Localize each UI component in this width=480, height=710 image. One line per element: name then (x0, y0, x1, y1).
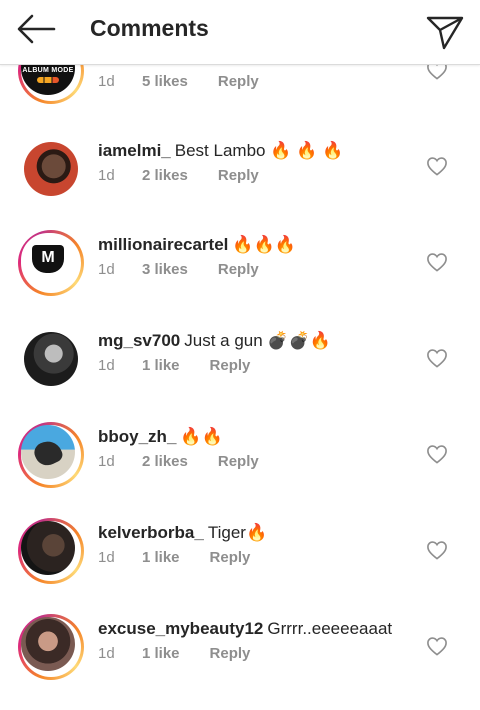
avatar[interactable] (18, 422, 84, 488)
comment-row: kelverborba_ Tiger🔥 1d 1 like Reply (0, 518, 480, 614)
comment-text: 🔥🔥 (180, 427, 223, 446)
reply-button[interactable]: Reply (218, 166, 259, 186)
comment-text: Tiger🔥 (207, 523, 268, 542)
comment-text-line: excuse_mybeauty12 Grrrr..eeeeeaaat (98, 618, 392, 640)
reply-button[interactable]: Reply (210, 644, 251, 664)
comment-text: 🔥🔥🔥 (232, 235, 296, 254)
arrow-left-icon[interactable] (14, 10, 58, 48)
comment-time: 1d (98, 357, 115, 374)
likes-count[interactable]: 5 likes (142, 72, 188, 92)
avatar[interactable] (18, 326, 84, 392)
cartel-logo-letter: M (41, 249, 55, 266)
comment-row: mg_sv700 Just a gun 💣💣🔥 1d 1 like Reply (0, 326, 480, 422)
reply-button[interactable]: Reply (218, 260, 259, 280)
comment-username[interactable]: iamelmi_ (98, 141, 171, 160)
heart-icon[interactable] (426, 348, 448, 368)
comment-meta: 1d 3 likes Reply (98, 260, 259, 280)
top-bar: Comments (0, 0, 480, 65)
comment-text: Just a gun 💣💣🔥 (184, 331, 331, 350)
comment-meta: 1d 1 like Reply (98, 548, 250, 568)
comment-time: 1d (98, 645, 115, 662)
comment-row: iamelmi_ Best Lambo 🔥 🔥 🔥 1d 2 likes Reply (0, 136, 480, 232)
comment-text-line: bboy_zh_ 🔥🔥 (98, 426, 223, 448)
comment-username[interactable]: kelverborba_ (98, 523, 204, 542)
comment-meta: 1d 5 likes Reply (98, 72, 259, 92)
likes-count[interactable]: 1 like (142, 548, 180, 568)
comment-time: 1d (98, 167, 115, 184)
page-title: Comments (90, 15, 209, 41)
heart-icon[interactable] (426, 444, 448, 464)
reply-button[interactable]: Reply (210, 356, 251, 376)
comment-text-line: mg_sv700 Just a gun 💣💣🔥 (98, 330, 331, 352)
comment-meta: 1d 2 likes Reply (98, 452, 259, 472)
avatar[interactable]: M (18, 230, 84, 296)
reply-button[interactable]: Reply (218, 72, 259, 92)
heart-icon[interactable] (426, 156, 448, 176)
comments-list: ALBUM MODE 1d 5 likes Reply iamelmi_ Best L… (0, 0, 480, 696)
emoji-row-icon (37, 77, 59, 83)
comment-username[interactable]: mg_sv700 (98, 331, 180, 350)
likes-count[interactable]: 2 likes (142, 452, 188, 472)
heart-icon[interactable] (426, 636, 448, 656)
comment-meta: 1d 2 likes Reply (98, 166, 259, 186)
heart-icon[interactable] (426, 540, 448, 560)
comment-username[interactable]: bboy_zh_ (98, 427, 176, 446)
comment-text-line: kelverborba_ Tiger🔥 (98, 522, 267, 544)
reply-button[interactable]: Reply (218, 452, 259, 472)
comment-time: 1d (98, 453, 115, 470)
comment-text: Best Lambo 🔥 🔥 🔥 (174, 141, 344, 160)
paper-plane-icon[interactable] (422, 8, 466, 52)
comment-username[interactable]: millionairecartel (98, 235, 228, 254)
comment-text-line: iamelmi_ Best Lambo 🔥 🔥 🔥 (98, 140, 343, 162)
reply-button[interactable]: Reply (210, 548, 251, 568)
avatar[interactable] (18, 614, 84, 680)
comment-meta: 1d 1 like Reply (98, 644, 250, 664)
comment-time: 1d (98, 549, 115, 566)
comment-username[interactable]: excuse_mybeauty12 (98, 619, 263, 638)
likes-count[interactable]: 2 likes (142, 166, 188, 186)
comment-row: M millionairecartel 🔥🔥🔥 1d 3 likes Reply (0, 230, 480, 326)
heart-icon[interactable] (426, 252, 448, 272)
comment-time: 1d (98, 261, 115, 278)
likes-count[interactable]: 1 like (142, 356, 180, 376)
comment-row: bboy_zh_ 🔥🔥 1d 2 likes Reply (0, 422, 480, 518)
avatar[interactable] (18, 136, 84, 202)
dancer-figure-icon (31, 436, 65, 470)
album-mode-logo-text: ALBUM MODE (22, 67, 74, 74)
likes-count[interactable]: 1 like (142, 644, 180, 664)
comment-time: 1d (98, 73, 115, 90)
comment-text-line: millionairecartel 🔥🔥🔥 (98, 234, 296, 256)
comment-meta: 1d 1 like Reply (98, 356, 250, 376)
avatar[interactable] (18, 518, 84, 584)
comment-text: Grrrr..eeeeeaaat (267, 619, 393, 638)
likes-count[interactable]: 3 likes (142, 260, 188, 280)
